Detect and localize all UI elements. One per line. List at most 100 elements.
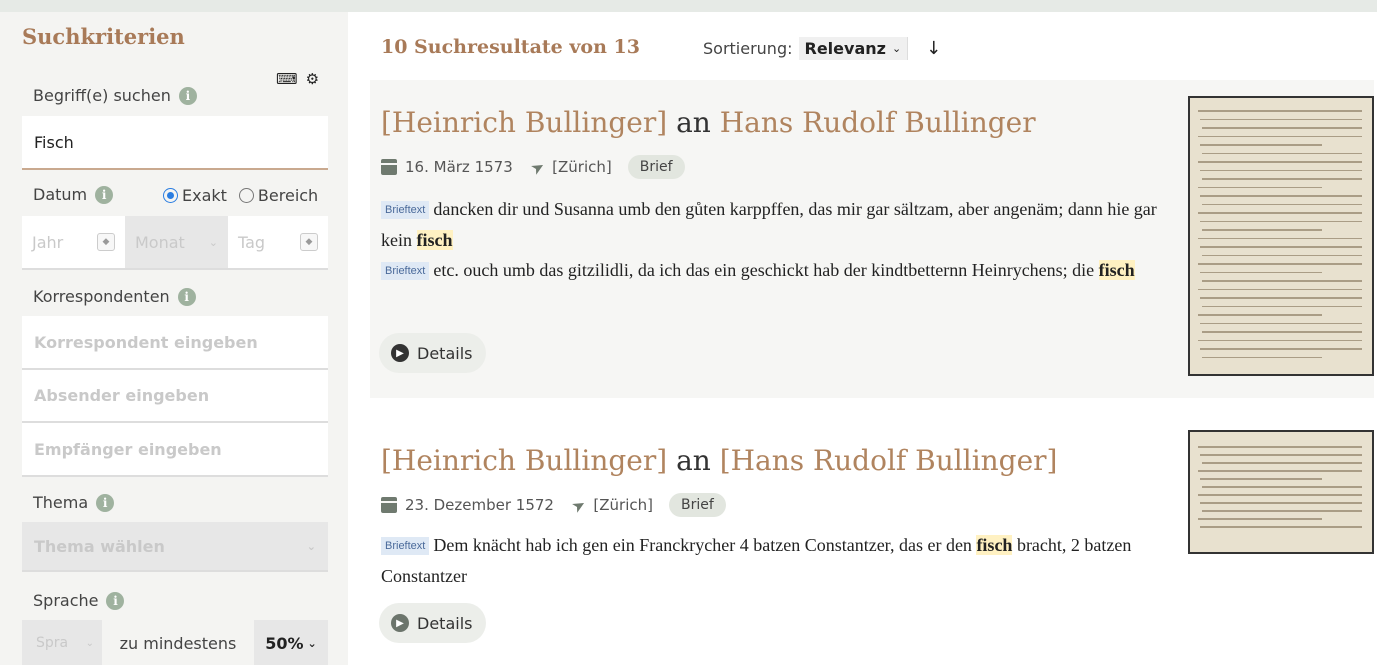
handwriting-line xyxy=(1200,502,1362,504)
handwriting-line xyxy=(1202,462,1362,464)
handwriting-line xyxy=(1200,271,1322,273)
handwriting-line xyxy=(1200,478,1322,480)
info-icon[interactable]: i xyxy=(177,287,196,306)
snippet-text: Dem knächt hab ich gen ein Franckrycher … xyxy=(433,535,972,555)
snippet-match: fisch xyxy=(416,230,453,250)
stepper-icon[interactable]: ◆ xyxy=(300,233,318,251)
result-date: 16. März 1573 xyxy=(405,158,513,176)
handwriting-line xyxy=(1200,348,1362,350)
topic-label-row: Thema i xyxy=(33,493,115,512)
correspondents-label-row: Korrespondenten i xyxy=(33,287,196,306)
snippet-match: fisch xyxy=(976,535,1013,555)
search-label: Begriff(e) suchen xyxy=(33,86,171,105)
handwriting-line xyxy=(1198,494,1362,496)
result-card: [Heinrich Bullinger] an Hans Rudolf Bull… xyxy=(370,80,1374,398)
result-type-badge: Brief xyxy=(668,493,726,517)
topic-label: Thema xyxy=(33,493,89,512)
language-percent-select[interactable]: 50% ⌄ xyxy=(254,620,328,665)
correspondent-input[interactable]: Korrespondent eingeben xyxy=(22,316,328,370)
info-icon[interactable]: i xyxy=(106,591,125,610)
handwriting-line xyxy=(1198,470,1362,472)
chevron-down-icon: ⌄ xyxy=(85,637,94,649)
result-title[interactable]: [Heinrich Bullinger] an [Hans Rudolf Bul… xyxy=(381,444,1057,477)
handwriting-line xyxy=(1198,110,1362,112)
result-date: 23. Dezember 1572 xyxy=(405,496,554,514)
handwriting-line xyxy=(1198,263,1362,265)
search-label-row: Begriff(e) suchen i xyxy=(33,86,197,105)
chevron-down-icon: ⌄ xyxy=(307,636,317,650)
handwriting-line xyxy=(1202,229,1322,231)
result-snippets: Brieftext dancken dir und Susanna umb den… xyxy=(381,194,1171,286)
date-label: Datum xyxy=(33,185,88,204)
info-icon[interactable]: i xyxy=(178,86,197,105)
search-tools: ⌨ ⚙ xyxy=(276,70,319,88)
language-label-row: Sprache i xyxy=(33,591,125,610)
sort-value: Relevanz xyxy=(804,39,886,58)
language-filter: Spra ⌄ zu mindestens 50% ⌄ xyxy=(22,620,328,665)
arrow-right-circle-icon: ▶ xyxy=(391,614,409,632)
date-mode-range-radio[interactable]: Bereich xyxy=(238,186,318,205)
handwriting-line xyxy=(1198,446,1362,448)
result-recipient[interactable]: Hans Rudolf Bullinger xyxy=(720,106,1036,139)
day-input[interactable]: Tag ◆ xyxy=(228,216,328,270)
search-input-value: Fisch xyxy=(34,132,74,152)
year-placeholder: Jahr xyxy=(32,232,64,252)
info-icon[interactable]: i xyxy=(95,185,114,204)
handwriting-line xyxy=(1200,144,1322,146)
sidebar-title: Suchkriterien xyxy=(22,24,185,49)
result-sender[interactable]: [Heinrich Bullinger] xyxy=(381,444,667,477)
info-icon[interactable]: i xyxy=(96,493,115,512)
sort-label: Sortierung: xyxy=(703,39,793,58)
date-inputs: Jahr ◆ Monat ⌄ Tag ◆ xyxy=(22,216,328,270)
result-meta: 23. Dezember 1572 ➤ [Zürich] Brief xyxy=(381,493,726,517)
details-button[interactable]: ▶ Details xyxy=(379,333,487,373)
search-input[interactable]: Fisch xyxy=(22,116,328,170)
snippet-text: dancken dir und Susanna umb den gůten ka… xyxy=(381,199,1157,250)
language-label: Sprache xyxy=(33,591,99,610)
handwriting-line xyxy=(1198,518,1322,520)
result-connector: an xyxy=(676,444,711,477)
result-connector: an xyxy=(676,106,711,139)
handwriting-line xyxy=(1198,339,1362,341)
sort-select[interactable]: Relevanz ⌄ xyxy=(798,37,909,60)
stepper-icon[interactable]: ◆ xyxy=(97,233,115,251)
details-button[interactable]: ▶ Details xyxy=(379,603,487,643)
topic-select[interactable]: Thema wählen ⌄ xyxy=(22,522,328,572)
snippet: Brieftext Dem knächt hab ich gen ein Fran… xyxy=(381,530,1171,591)
result-snippets: Brieftext Dem knächt hab ich gen ein Fran… xyxy=(381,530,1171,591)
month-select[interactable]: Monat ⌄ xyxy=(125,216,228,270)
handwriting-line xyxy=(1202,127,1362,129)
keyboard-icon[interactable]: ⌨ xyxy=(276,70,298,88)
date-mode-exact-radio[interactable]: Exakt xyxy=(163,186,227,205)
handwriting-line xyxy=(1202,331,1362,333)
arrow-right-circle-icon: ▶ xyxy=(391,344,409,362)
details-label: Details xyxy=(417,613,473,633)
language-placeholder: Spra xyxy=(36,635,69,651)
date-mode-exact-label: Exakt xyxy=(182,186,227,205)
handwriting-line xyxy=(1200,118,1362,120)
handwriting-line xyxy=(1198,212,1362,214)
recipient-input[interactable]: Empfänger eingeben xyxy=(22,423,328,477)
handwriting-line xyxy=(1202,178,1362,180)
handwriting-line xyxy=(1198,161,1362,163)
recipient-placeholder: Empfänger eingeben xyxy=(34,439,222,459)
language-select[interactable]: Spra ⌄ xyxy=(22,620,102,665)
chevron-down-icon: ⌄ xyxy=(891,42,902,55)
handwriting-line xyxy=(1202,280,1362,282)
chevron-down-icon: ⌄ xyxy=(208,235,218,249)
sender-input[interactable]: Absender eingeben xyxy=(22,370,328,423)
date-mode-group: Exakt Bereich xyxy=(163,186,318,205)
day-placeholder: Tag xyxy=(238,232,266,252)
calendar-icon xyxy=(381,159,397,175)
arrow-down-icon[interactable]: ↓ xyxy=(926,38,941,59)
letter-thumbnail[interactable] xyxy=(1188,96,1374,376)
handwriting-line xyxy=(1202,203,1362,205)
month-placeholder: Monat xyxy=(135,232,185,252)
letter-thumbnail[interactable] xyxy=(1188,430,1374,554)
handwriting-line xyxy=(1202,486,1362,488)
year-input[interactable]: Jahr ◆ xyxy=(22,216,125,270)
result-recipient[interactable]: [Hans Rudolf Bullinger] xyxy=(720,444,1058,477)
gear-icon[interactable]: ⚙ xyxy=(306,70,319,88)
result-title[interactable]: [Heinrich Bullinger] an Hans Rudolf Bull… xyxy=(381,106,1036,139)
result-sender[interactable]: [Heinrich Bullinger] xyxy=(381,106,667,139)
